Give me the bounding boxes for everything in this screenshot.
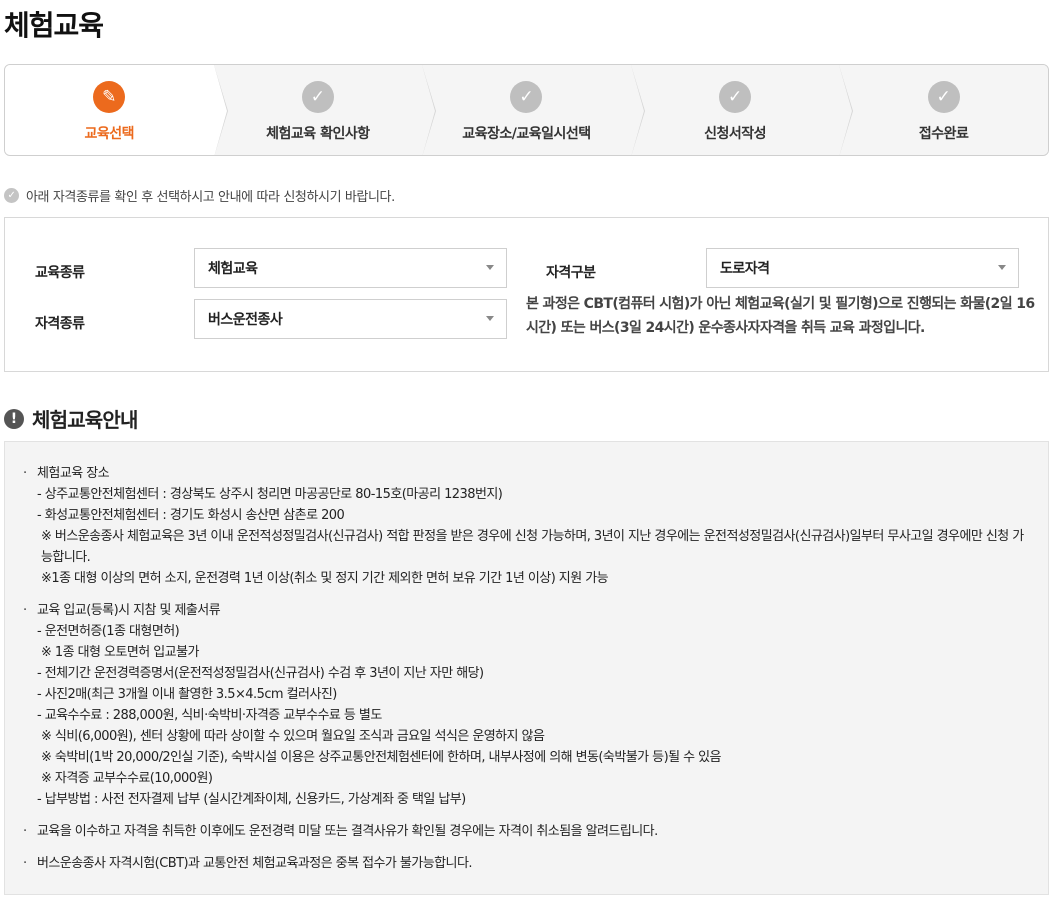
qual-class-label: 자격구분 [546,265,596,281]
selection-form: 교육종류 체험교육 자격구분 도로자격 자격종류 버스운전종사 본 과정은 CB… [4,217,1049,372]
location-item: - 상주교통안전체험센터 : 경상북도 상주시 청리면 마공공단로 80-15호… [37,487,503,502]
notice: ✓ 아래 자격종류를 확인 후 선택하시고 안내에 따라 신청하시기 바랍니다. [4,186,395,205]
cancel-notice: 교육을 이수하고 자격을 취득한 이후에도 운전경력 미달 또는 결격사유가 확… [23,821,1030,842]
chevron-down-icon [998,265,1006,270]
edu-type-label: 교육종류 [35,265,85,281]
check-icon: ✓ [4,188,19,203]
docs-note: ※ 숙박비(1박 20,000/2인실 기준), 숙박시설 이용은 상주교통안전… [41,750,721,765]
docs-item: - 교육수수료 : 288,000원, 식비·숙박비·자격증 교부수수료 등 별… [37,708,382,723]
chevron-down-icon [486,265,494,270]
info-icon: ! [4,408,24,429]
notice-text: 아래 자격종류를 확인 후 선택하시고 안내에 따라 신청하시기 바랍니다. [26,190,395,205]
qual-type-value: 버스운전종사 [208,312,283,328]
step-confirm: ✓ 체험교육 확인사항 [213,65,436,155]
step-complete: ✓ 접수완료 [839,65,1048,155]
docs-item: - 사진2매(최근 3개월 이내 촬영한 3.5×4.5cm 컬러사진) [37,687,337,702]
step-application: ✓ 신청서작성 [630,65,853,155]
check-icon: ✓ [927,81,960,113]
qual-type-label: 자격종류 [35,316,85,332]
location-heading: 체험교육 장소 [23,463,1030,484]
step-label: 교육장소/교육일시선택 [462,126,591,142]
docs-note: ※ 1종 대형 오토면허 입교불가 [41,645,199,660]
guide-content: 체험교육 장소 - 상주교통안전체험센터 : 경상북도 상주시 청리면 마공공단… [4,441,1049,895]
step-label: 접수완료 [918,126,969,142]
course-description: 본 과정은 CBT(컴퓨터 시험)가 아닌 체험교육(실기 및 필기형)으로 진… [526,296,1035,336]
docs-item: - 운전면허증(1종 대형면허) [37,624,180,639]
chevron-down-icon [486,316,494,321]
duplicate-notice: 버스운송종사 자격시험(CBT)과 교통안전 체험교육과정은 중복 접수가 불가… [23,853,1030,874]
qual-type-select[interactable]: 버스운전종사 [194,299,507,339]
edu-type-value: 체험교육 [208,261,258,277]
check-icon: ✓ [301,81,334,113]
edu-type-select[interactable]: 체험교육 [194,248,507,288]
qual-class-value: 도로자격 [720,261,770,277]
check-icon: ✓ [510,81,543,113]
docs-heading: 교육 입교(등록)시 지참 및 제출서류 [23,600,1030,621]
location-item: - 화성교통안전체험센터 : 경기도 화성시 송산면 삼촌로 200 [37,508,345,523]
pencil-icon: ✎ [93,81,126,113]
qual-class-select[interactable]: 도로자격 [706,248,1019,288]
location-note: ※ 버스운송종사 체험교육은 3년 이내 운전적성정밀검사(신규검사) 적합 판… [41,529,1024,565]
docs-note: ※ 자격증 교부수수료(10,000원) [41,771,213,786]
guide-heading: ! 체험교육안내 [4,404,138,433]
step-progress: ✎ 교육선택 ✓ 체험교육 확인사항 ✓ 교육장소/교육일시선택 ✓ 신청서작성… [4,64,1049,156]
docs-note: ※ 식비(6,000원), 센터 상황에 따라 상이할 수 있으며 월요일 조식… [41,729,545,744]
step-edu-select: ✎ 교육선택 [5,65,228,155]
docs-item: - 납부방법 : 사전 전자결제 납부 (실시간계좌이체, 신용카드, 가상계좌… [37,792,466,807]
step-label: 신청서작성 [704,126,767,142]
page-title: 체험교육 [4,9,104,42]
step-label: 교육선택 [84,126,135,142]
check-icon: ✓ [719,81,752,113]
docs-item: - 전체기간 운전경력증명서(운전적성정밀검사(신규검사) 수검 후 3년이 지… [37,666,484,681]
step-place-date: ✓ 교육장소/교육일시선택 [422,65,645,155]
guide-title: 체험교육안내 [32,408,138,432]
step-label: 체험교육 확인사항 [266,126,370,142]
location-note: ※1종 대형 이상의 면허 소지, 운전경력 1년 이상(취소 및 정지 기간 … [41,571,609,586]
